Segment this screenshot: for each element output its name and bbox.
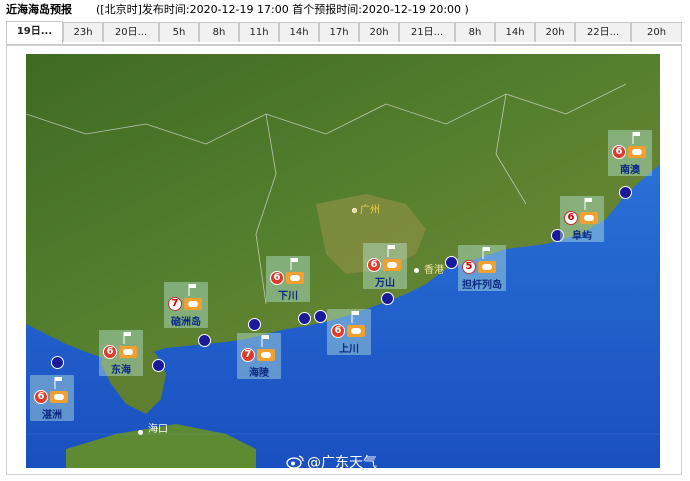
tab-22-20h[interactable]: 20h xyxy=(631,22,682,42)
station-name: 东海 xyxy=(111,365,131,376)
cloud-icon xyxy=(50,391,68,403)
wind-level-badge: 7 xyxy=(168,297,182,311)
tab-11h[interactable]: 11h xyxy=(239,22,279,42)
station-shangchuan[interactable]: 6 上川 xyxy=(327,309,371,355)
wind-level-badge: 6 xyxy=(367,258,381,272)
station-marker[interactable] xyxy=(152,359,165,372)
station-dangan[interactable]: 5 担杆列岛 xyxy=(458,245,506,291)
tab-8h[interactable]: 8h xyxy=(199,22,239,42)
tab-23h[interactable]: 23h xyxy=(63,22,103,42)
cloud-icon xyxy=(628,146,646,158)
wind-level-badge: 7 xyxy=(241,348,255,362)
map-background xyxy=(26,54,660,468)
wind-level-badge: 6 xyxy=(612,145,626,159)
tab-5h[interactable]: 5h xyxy=(159,22,199,42)
watermark-text: @广东天气 xyxy=(307,455,377,471)
publish-info: ([北京时]发布时间:2020-12-19 17:00 首个预报时间:2020-… xyxy=(96,3,469,16)
cloud-icon xyxy=(478,261,496,273)
flag-icon xyxy=(261,335,269,347)
flag-icon xyxy=(584,198,592,210)
flag-icon xyxy=(123,332,131,344)
station-name: 担杆列岛 xyxy=(462,280,502,291)
station-marker[interactable] xyxy=(248,318,261,331)
station-wanshan[interactable]: 6 万山 xyxy=(363,243,407,289)
station-name: 上川 xyxy=(339,344,359,355)
time-tabs: 19日... 23h 20日... 5h 8h 11h 14h 17h 20h … xyxy=(6,20,682,45)
tab-17h[interactable]: 17h xyxy=(319,22,359,42)
station-name: 海陵 xyxy=(249,368,269,379)
flag-icon xyxy=(482,247,490,259)
cloud-icon xyxy=(580,212,598,224)
station-name: 万山 xyxy=(375,278,395,289)
tab-22[interactable]: 22日... xyxy=(575,22,631,42)
flag-icon xyxy=(351,311,359,323)
wind-level-badge: 6 xyxy=(34,390,48,404)
station-naozhou[interactable]: 7 硇洲岛 xyxy=(164,282,208,328)
station-marker[interactable] xyxy=(198,334,211,347)
city-label-hongkong: 香港 xyxy=(424,265,444,276)
tab-20h[interactable]: 20h xyxy=(359,22,399,42)
tab-21-8h[interactable]: 8h xyxy=(455,22,495,42)
station-marker[interactable] xyxy=(298,312,311,325)
flag-icon xyxy=(188,284,196,296)
station-marker[interactable] xyxy=(51,356,64,369)
station-name: 阜屿 xyxy=(572,231,592,242)
tab-21[interactable]: 21日... xyxy=(399,22,455,42)
tab-19[interactable]: 19日... xyxy=(6,21,63,44)
cloud-icon xyxy=(184,298,202,310)
tab-21-20h[interactable]: 20h xyxy=(535,22,575,42)
station-nanao[interactable]: 6 南澳 xyxy=(608,130,652,176)
station-fuyu[interactable]: 6 阜屿 xyxy=(560,196,604,242)
station-donghai[interactable]: 6 东海 xyxy=(99,330,143,376)
weibo-icon xyxy=(286,455,304,469)
station-hailing[interactable]: 7 海陵 xyxy=(237,333,281,379)
station-marker[interactable] xyxy=(314,310,327,323)
hongkong-dot xyxy=(414,268,419,273)
wind-level-badge: 6 xyxy=(331,324,345,338)
flag-icon xyxy=(632,132,640,144)
tab-21-14h[interactable]: 14h xyxy=(495,22,535,42)
cloud-icon xyxy=(286,272,304,284)
flag-icon xyxy=(54,377,62,389)
station-xiachuan[interactable]: 6 下川 xyxy=(266,256,310,302)
watermark: @广东天气 xyxy=(286,452,377,472)
flag-icon xyxy=(387,245,395,257)
title-bar: 近海海岛预报 ([北京时]发布时间:2020-12-19 17:00 首个预报时… xyxy=(0,0,690,20)
station-name: 下川 xyxy=(278,291,298,302)
cloud-icon xyxy=(119,346,137,358)
wind-level-badge: 6 xyxy=(270,271,284,285)
wind-level-badge: 6 xyxy=(103,345,117,359)
forecast-map: 广州 香港 海口 6 湛洲 6 东海 7 硇洲岛 7 海陵 6 下川 6 上川 … xyxy=(26,54,660,468)
page-title: 近海海岛预报 xyxy=(6,3,72,16)
wind-level-badge: 5 xyxy=(462,260,476,274)
cloud-icon xyxy=(347,325,365,337)
station-zhanjiang[interactable]: 6 湛洲 xyxy=(30,375,74,421)
guangzhou-dot xyxy=(352,208,357,213)
station-marker[interactable] xyxy=(381,292,394,305)
station-name: 南澳 xyxy=(620,165,640,176)
city-label-haikou: 海口 xyxy=(148,424,168,435)
haikou-dot xyxy=(138,430,143,435)
tab-20[interactable]: 20日... xyxy=(103,22,159,42)
tab-14h[interactable]: 14h xyxy=(279,22,319,42)
station-marker[interactable] xyxy=(619,186,632,199)
cloud-icon xyxy=(383,259,401,271)
cloud-icon xyxy=(257,349,275,361)
wind-level-badge: 6 xyxy=(564,211,578,225)
station-marker[interactable] xyxy=(445,256,458,269)
station-name: 硇洲岛 xyxy=(171,317,201,328)
station-name: 湛洲 xyxy=(42,410,62,421)
flag-icon xyxy=(290,258,298,270)
city-label-guangzhou: 广州 xyxy=(360,205,380,216)
